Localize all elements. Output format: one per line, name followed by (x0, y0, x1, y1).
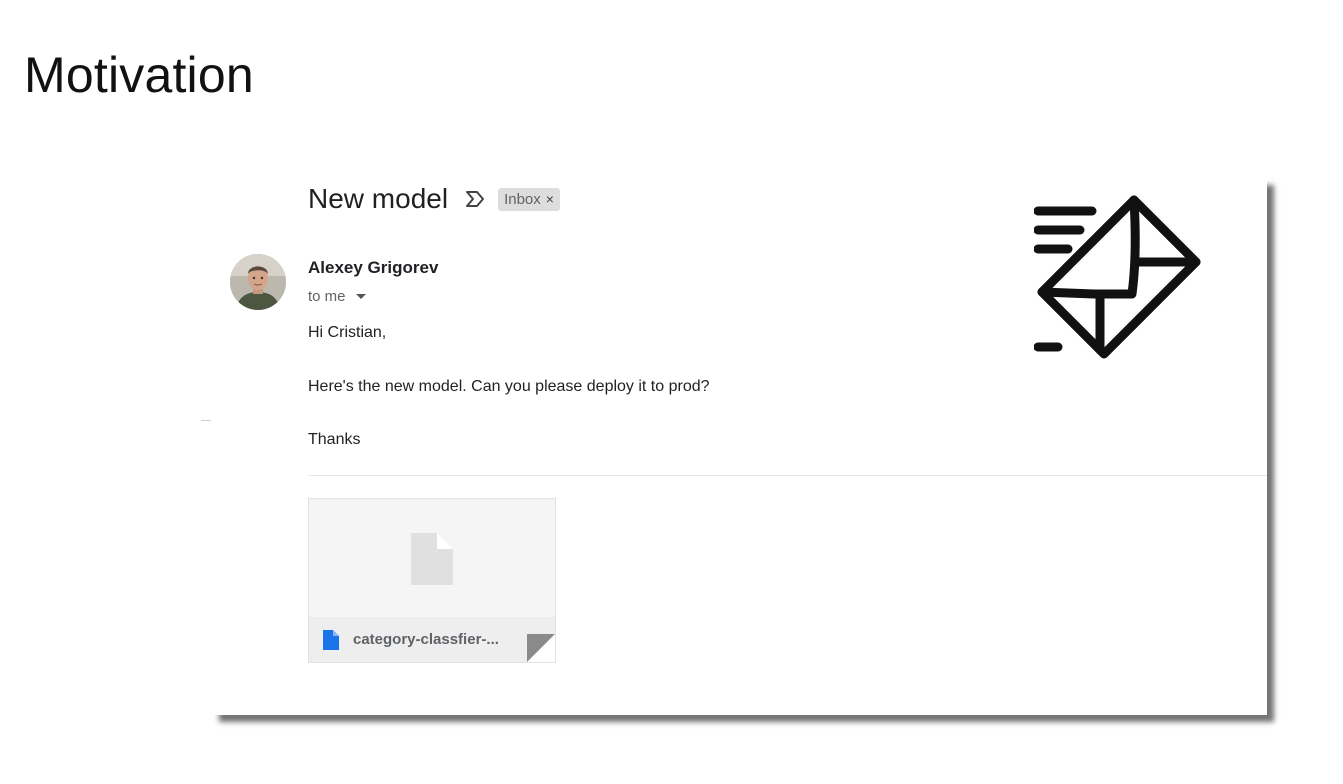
attachment-card[interactable]: category-classfier-... (308, 498, 556, 663)
document-placeholder-icon (411, 533, 453, 585)
recipient-details[interactable]: to me (308, 288, 366, 305)
attachment-preview[interactable] (309, 499, 555, 617)
email-greeting: Hi Cristian, (308, 324, 387, 341)
email-subject: New model (308, 183, 449, 214)
attachment-filename: category-classfier-... (353, 631, 499, 648)
divider (308, 475, 1267, 476)
subject-row: New model Inbox × (308, 183, 560, 215)
email-signoff: Thanks (308, 431, 361, 448)
label-outline-icon[interactable] (464, 189, 486, 209)
sender-name: Alexey Grigorev (308, 258, 439, 277)
inbox-label-chip[interactable]: Inbox × (498, 187, 560, 211)
avatar[interactable] (230, 254, 286, 310)
remove-label-close-icon[interactable]: × (546, 191, 554, 207)
divider (201, 420, 211, 421)
slide-title: Motivation (24, 47, 254, 103)
page-fold-icon (527, 634, 555, 662)
chevron-down-icon[interactable] (355, 294, 366, 299)
email-message: Here's the new model. Can you please dep… (308, 378, 710, 395)
inbox-label-text: Inbox (504, 190, 541, 208)
file-icon (323, 629, 339, 650)
recipient-label: to me (308, 288, 346, 305)
fast-mail-icon (1034, 195, 1201, 359)
